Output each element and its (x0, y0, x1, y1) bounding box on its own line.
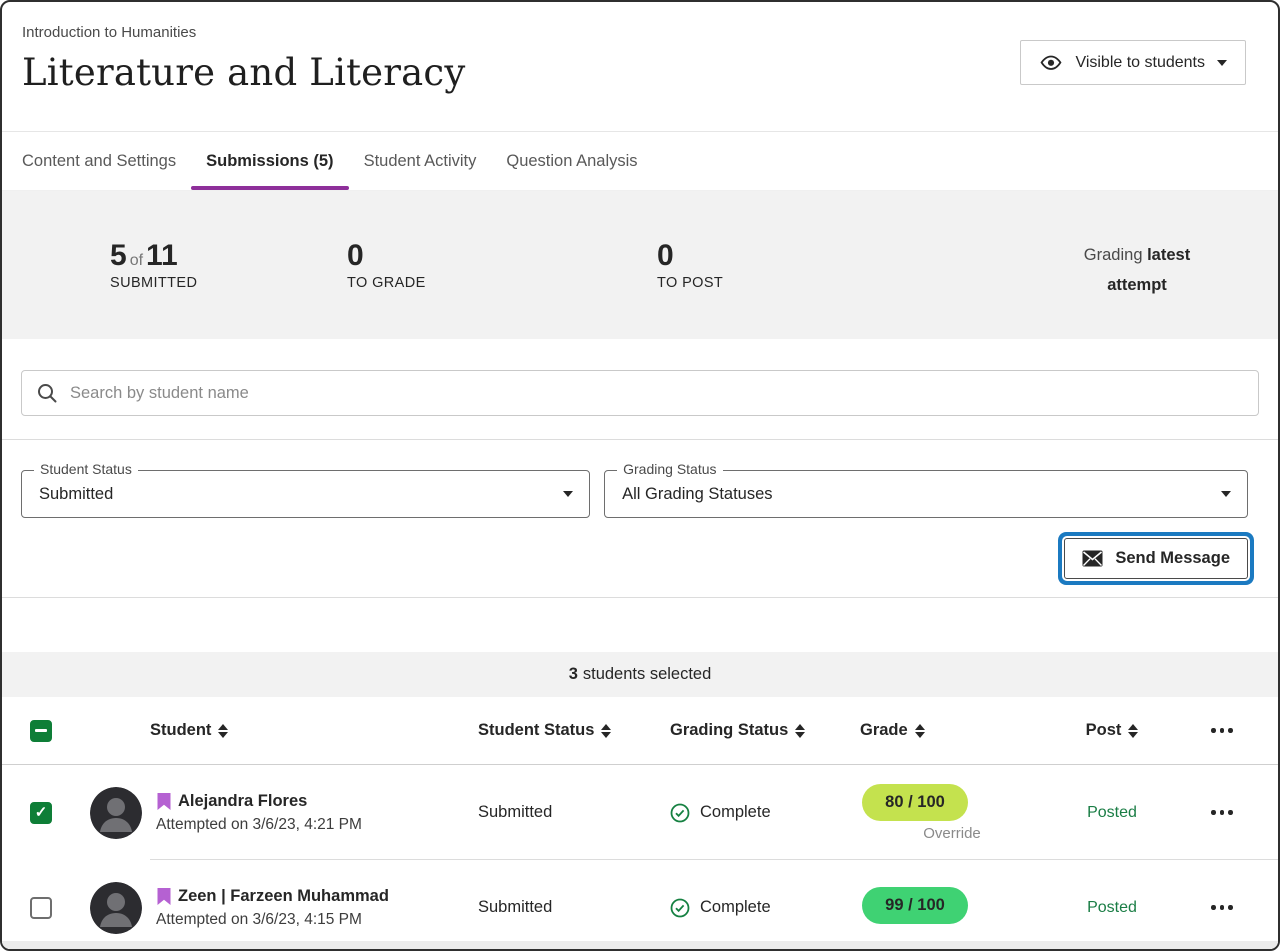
chevron-down-icon (1221, 491, 1231, 497)
sort-icon (601, 724, 611, 738)
accommodations-flag-icon (156, 887, 172, 907)
post-status[interactable]: Posted (1042, 804, 1182, 822)
breadcrumb[interactable]: Introduction to Humanities (22, 24, 465, 41)
avatar (90, 787, 142, 839)
chevron-down-icon (1217, 60, 1227, 66)
tab-question-analysis[interactable]: Question Analysis (491, 132, 652, 190)
attempt-timestamp: Attempted on 3/6/23, 4:15 PM (156, 911, 389, 929)
column-header-post[interactable]: Post (1042, 721, 1182, 740)
chevron-down-icon (563, 491, 573, 497)
visibility-button[interactable]: Visible to students (1020, 40, 1246, 85)
selection-summary: 3 students selected (2, 652, 1278, 697)
search-input[interactable] (70, 384, 1244, 403)
submissions-table: 3 students selected ✓ Student Student St… (2, 652, 1278, 951)
filters-section: Student Status Submitted Grading Status … (2, 440, 1278, 597)
row-checkbox[interactable]: ✓ (30, 897, 52, 919)
select-all-checkbox[interactable]: ✓ (30, 720, 52, 742)
envelope-icon (1082, 550, 1103, 567)
student-name[interactable]: Alejandra Flores (178, 792, 307, 811)
tab-bar: Content and Settings Submissions (5) Stu… (2, 132, 1278, 191)
page-header: Introduction to Humanities Literature an… (2, 2, 1278, 132)
column-header-student-status[interactable]: Student Status (462, 721, 652, 740)
stat-to-grade: 0 TO GRADE (347, 239, 657, 291)
eye-icon (1039, 51, 1063, 75)
sort-icon (795, 724, 805, 738)
complete-check-icon (670, 898, 690, 918)
sort-icon (218, 724, 228, 738)
app-window: Introduction to Humanities Literature an… (0, 0, 1280, 951)
complete-check-icon (670, 803, 690, 823)
stat-submitted-label: SUBMITTED (110, 275, 347, 291)
grading-status-select[interactable]: Grading Status All Grading Statuses (604, 470, 1248, 518)
search-section (2, 339, 1278, 439)
post-status[interactable]: Posted (1042, 899, 1182, 917)
send-message-label: Send Message (1115, 549, 1230, 568)
student-status-select[interactable]: Student Status Submitted (21, 470, 590, 518)
table-header-row: ✓ Student Student Status Grading Status … (2, 697, 1278, 765)
grade-pill[interactable]: 80 / 100 (862, 784, 968, 821)
table-row: ✓ Zeen | Farzeen Muhammad (2, 860, 1278, 951)
page-title: Literature and Literacy (22, 51, 465, 94)
student-name[interactable]: Zeen | Farzeen Muhammad (178, 887, 389, 906)
grade-pill[interactable]: 99 / 100 (862, 887, 968, 924)
spacer (2, 597, 1278, 652)
next-row-edge (2, 941, 1278, 949)
column-header-grade[interactable]: Grade (850, 721, 1042, 740)
student-status-label: Student Status (34, 461, 138, 477)
student-status-value: Submitted (462, 803, 652, 822)
tab-content-and-settings[interactable]: Content and Settings (7, 132, 191, 190)
stat-submitted: 5of11 SUBMITTED (110, 239, 347, 291)
grading-status-label: Grading Status (617, 461, 722, 477)
stat-to-grade-label: TO GRADE (347, 275, 657, 291)
table-options-menu[interactable] (1205, 722, 1239, 739)
column-header-grading-status[interactable]: Grading Status (652, 721, 850, 740)
grading-status-value: Complete (700, 898, 771, 917)
student-status-value: Submitted (462, 898, 652, 917)
table-row: ✓ Alejandra Flores (2, 765, 1278, 860)
sort-icon (915, 724, 925, 738)
row-checkbox[interactable]: ✓ (30, 802, 52, 824)
send-message-button[interactable]: Send Message (1064, 538, 1248, 579)
avatar (90, 882, 142, 934)
stat-to-post-label: TO POST (657, 275, 1062, 291)
tab-submissions[interactable]: Submissions (5) (191, 132, 348, 190)
visibility-button-label: Visible to students (1075, 54, 1205, 72)
grading-status-value: All Grading Statuses (622, 485, 772, 504)
search-box (21, 370, 1259, 416)
override-label: Override (899, 825, 1005, 842)
sort-icon (1128, 724, 1138, 738)
submission-stats: 5of11 SUBMITTED 0 TO GRADE 0 TO POST Gra… (2, 191, 1278, 339)
student-status-value: Submitted (39, 485, 113, 504)
tab-student-activity[interactable]: Student Activity (349, 132, 492, 190)
accommodations-flag-icon (156, 792, 172, 812)
grading-status-value: Complete (700, 803, 771, 822)
search-icon (36, 382, 58, 404)
row-options-menu[interactable] (1205, 899, 1239, 916)
attempt-timestamp: Attempted on 3/6/23, 4:21 PM (156, 816, 362, 834)
row-options-menu[interactable] (1205, 804, 1239, 821)
stat-to-post: 0 TO POST (657, 239, 1062, 291)
column-header-student[interactable]: Student (78, 721, 462, 740)
grading-mode: Grading latest attempt (1062, 241, 1212, 300)
